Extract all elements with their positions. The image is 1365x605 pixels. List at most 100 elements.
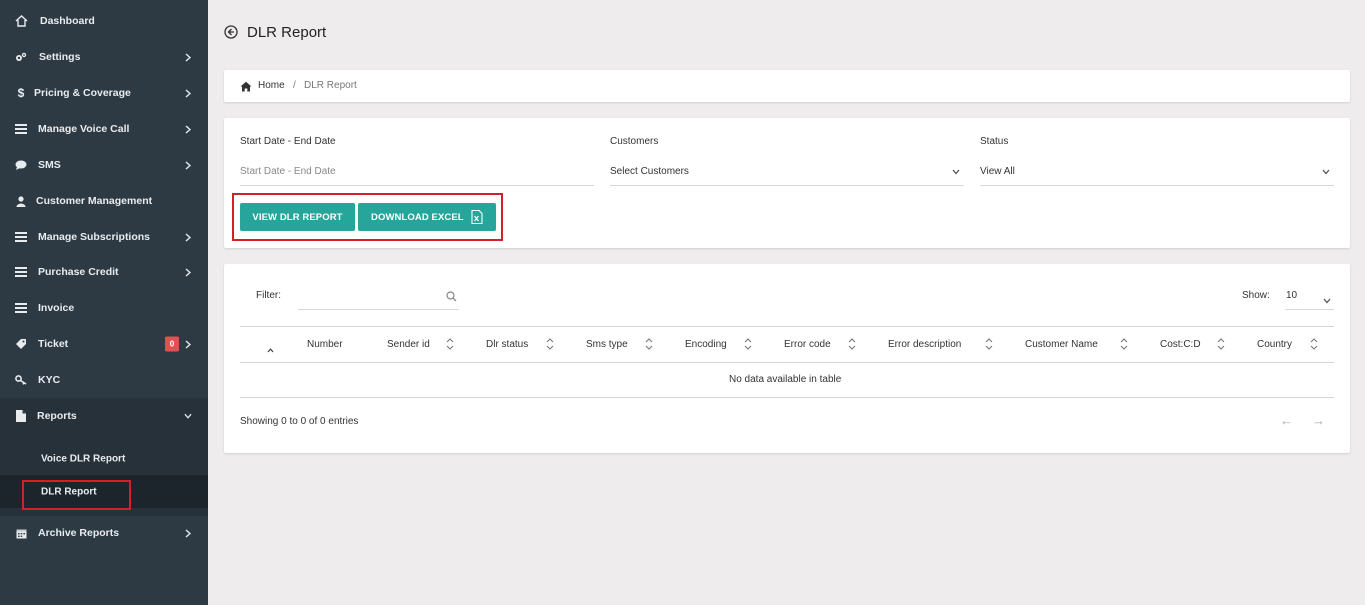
home-icon [14,14,28,28]
sidebar-item-purchase-credit[interactable]: Purchase Credit [0,254,208,290]
file-icon [14,409,28,423]
sort-icon[interactable] [985,337,993,351]
chevron-right-icon [184,88,192,98]
sidebar-item-label: Invoice [38,302,75,314]
chevron-down-icon [952,167,960,175]
list-icon [14,301,28,315]
column-header-number[interactable]: Number [307,339,343,350]
sidebar-subitem-label: Voice DLR Report [41,453,126,464]
breadcrumb-separator: / [293,80,296,91]
status-select-value: View All [980,166,1015,177]
chevron-right-icon [184,528,192,538]
date-range-input[interactable]: Start Date - End Date [240,160,594,186]
column-header-error-description[interactable]: Error description [888,339,961,350]
sort-icon[interactable] [1120,337,1128,351]
sidebar-item-manage-subscriptions[interactable]: Manage Subscriptions [0,219,208,255]
sort-icon[interactable] [1217,337,1225,351]
filter-input[interactable] [298,282,459,310]
sort-icon[interactable] [546,337,554,351]
sidebar-item-label: Manage Subscriptions [38,231,151,243]
sort-icon[interactable] [1310,337,1318,351]
sort-asc-icon[interactable] [267,340,274,358]
breadcrumb-card [224,70,1350,102]
chevron-right-icon [184,339,192,349]
chat-icon [14,158,28,172]
calendar-icon [14,526,28,540]
sidebar-item-pricing-coverage[interactable]: $ Pricing & Coverage [0,75,208,111]
sidebar-item-archive-reports[interactable]: Archive Reports [0,515,208,551]
key-icon [14,373,28,387]
list-icon [14,122,28,136]
sidebar-subitem-voice-dlr-report[interactable]: Voice DLR Report [0,442,208,475]
show-entries-select[interactable]: 10 [1285,282,1334,310]
dollar-icon: $ [17,86,25,100]
customers-select-value: Select Customers [610,166,689,177]
sidebar-item-label: Manage Voice Call [38,123,130,135]
page-title: DLR Report [247,24,327,41]
sort-icon[interactable] [848,337,856,351]
column-header-customer-name[interactable]: Customer Name [1025,339,1098,350]
table-info: Showing 0 to 0 of 0 entries [240,416,359,427]
show-entries-label: Show: [1242,290,1270,301]
status-select[interactable]: View All [980,160,1334,186]
chevron-right-icon [184,232,192,242]
column-header-cost[interactable]: Cost:C:D [1160,339,1201,350]
list-icon [14,265,28,279]
sidebar-item-manage-voice-call[interactable]: Manage Voice Call [0,111,208,147]
next-page-button[interactable]: → [1312,413,1325,428]
sidebar-item-label: Purchase Credit [38,266,119,278]
breadcrumb-current: DLR Report [304,80,357,91]
sort-icon[interactable] [744,337,752,351]
customers-label: Customers [610,136,659,147]
tag-icon [14,337,28,351]
table-bottom-border [240,397,1334,398]
breadcrumb-home-link[interactable]: Home [258,80,285,91]
show-entries-value: 10 [1286,290,1298,301]
chevron-right-icon [184,52,192,62]
date-range-placeholder: Start Date - End Date [240,166,336,177]
status-label: Status [980,136,1009,147]
ticket-count-badge: 0 [165,336,179,352]
chevron-down-icon [1322,167,1330,175]
sidebar: Dashboard Settings $ Pricing & Coverage … [0,0,208,605]
table-header-bottom-border [240,362,1334,363]
gears-icon [14,50,28,64]
sidebar-item-label: KYC [38,374,61,386]
highlight-box-dlr-report [22,480,131,510]
sidebar-item-label: SMS [38,159,61,171]
column-header-country[interactable]: Country [1257,339,1292,350]
previous-page-button[interactable]: ← [1280,413,1293,428]
sidebar-item-settings[interactable]: Settings [0,39,208,75]
date-range-label: Start Date - End Date [240,136,336,147]
customers-select[interactable]: Select Customers [610,160,964,186]
sidebar-item-label: Customer Management [36,195,153,207]
sidebar-item-label: Dashboard [40,15,95,27]
column-header-sender-id[interactable]: Sender id [387,339,430,350]
column-header-error-code[interactable]: Error code [784,339,831,350]
sidebar-item-label: Pricing & Coverage [34,87,131,99]
sidebar-item-reports[interactable]: Reports [0,398,208,434]
chevron-right-icon [184,267,192,277]
sort-icon[interactable] [446,337,454,351]
column-header-encoding[interactable]: Encoding [685,339,727,350]
table-header-top-border [240,326,1334,327]
sort-icon[interactable] [645,337,653,351]
sidebar-item-sms[interactable]: SMS [0,147,208,183]
sidebar-item-label: Settings [39,51,81,63]
search-icon [446,289,457,307]
column-header-sms-type[interactable]: Sms type [586,339,628,350]
highlight-box-buttons [232,193,503,241]
sidebar-item-invoice[interactable]: Invoice [0,290,208,326]
sidebar-item-dashboard[interactable]: Dashboard [0,3,208,39]
sidebar-item-ticket[interactable]: Ticket 0 [0,326,208,362]
chevron-right-icon [184,124,192,134]
sidebar-item-kyc[interactable]: KYC [0,362,208,398]
sidebar-item-label: Reports [37,410,77,422]
sidebar-item-customer-management[interactable]: Customer Management [0,183,208,219]
column-header-dlr-status[interactable]: Dlr status [486,339,528,350]
home-icon [240,79,252,97]
back-arrow-icon[interactable] [224,25,238,39]
sidebar-item-label: Ticket [38,338,69,350]
sidebar-item-label: Archive Reports [38,527,120,539]
user-icon [14,194,28,208]
